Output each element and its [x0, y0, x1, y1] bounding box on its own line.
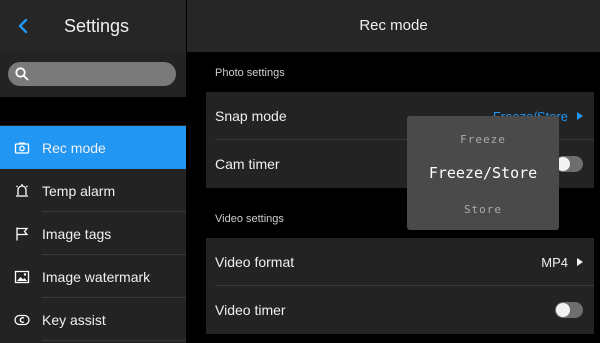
video-format-label: Video format — [215, 254, 295, 270]
flag-icon — [16, 227, 29, 241]
sidebar-item-label: Temp alarm — [42, 183, 116, 199]
caret-right-icon — [577, 112, 583, 120]
sidebar-item-key-assist[interactable]: Key assist — [0, 298, 186, 341]
video-format-row[interactable]: Video format MP4 — [206, 238, 594, 286]
sidebar-item-temp-alarm[interactable]: Temp alarm — [0, 169, 186, 212]
dropdown-option-freeze-store[interactable]: Freeze/Store — [407, 164, 559, 182]
image-watermark-icon — [14, 270, 30, 284]
key-assist-icon — [14, 314, 30, 326]
snap-mode-dropdown: Freeze Freeze/Store Store — [407, 116, 559, 230]
sidebar: Settings Rec mode Temp alarm Image tags … — [0, 0, 186, 343]
sidebar-item-image-tags[interactable]: Image tags — [0, 212, 186, 255]
divider — [42, 340, 186, 341]
sidebar-spacer — [0, 97, 186, 125]
chevron-left-icon[interactable] — [14, 14, 34, 38]
section-label-video: Video settings — [215, 213, 284, 225]
sidebar-header: Settings — [0, 0, 186, 52]
toggle-knob — [556, 303, 570, 317]
section-label-photo: Photo settings — [215, 67, 285, 79]
caret-right-icon — [577, 258, 583, 266]
sidebar-item-label: Image watermark — [42, 269, 151, 285]
page-title: Rec mode — [359, 17, 428, 34]
dropdown-option-freeze[interactable]: Freeze — [407, 133, 559, 146]
search-box[interactable] — [8, 62, 176, 86]
cam-timer-toggle[interactable] — [555, 156, 583, 172]
snap-mode-label: Snap mode — [215, 108, 287, 124]
cam-timer-label: Cam timer — [215, 156, 280, 172]
sidebar-item-label: Key assist — [42, 312, 106, 328]
video-timer-label: Video timer — [215, 302, 286, 318]
video-timer-row: Video timer — [206, 286, 594, 334]
main-header: Rec mode — [187, 0, 600, 52]
sidebar-title: Settings — [64, 16, 130, 36]
video-timer-toggle[interactable] — [555, 302, 583, 318]
dropdown-option-store[interactable]: Store — [407, 203, 559, 216]
video-format-value: MP4 — [541, 255, 568, 270]
sidebar-item-rec-mode[interactable]: Rec mode — [0, 126, 186, 169]
sidebar-item-label: Rec mode — [42, 140, 106, 156]
camera-icon — [14, 142, 30, 154]
sidebar-item-label: Image tags — [42, 226, 112, 242]
sidebar-item-image-watermark[interactable]: Image watermark — [0, 255, 186, 298]
search-input[interactable] — [34, 65, 170, 83]
alarm-bell-icon — [16, 184, 28, 197]
search-icon — [15, 67, 29, 81]
